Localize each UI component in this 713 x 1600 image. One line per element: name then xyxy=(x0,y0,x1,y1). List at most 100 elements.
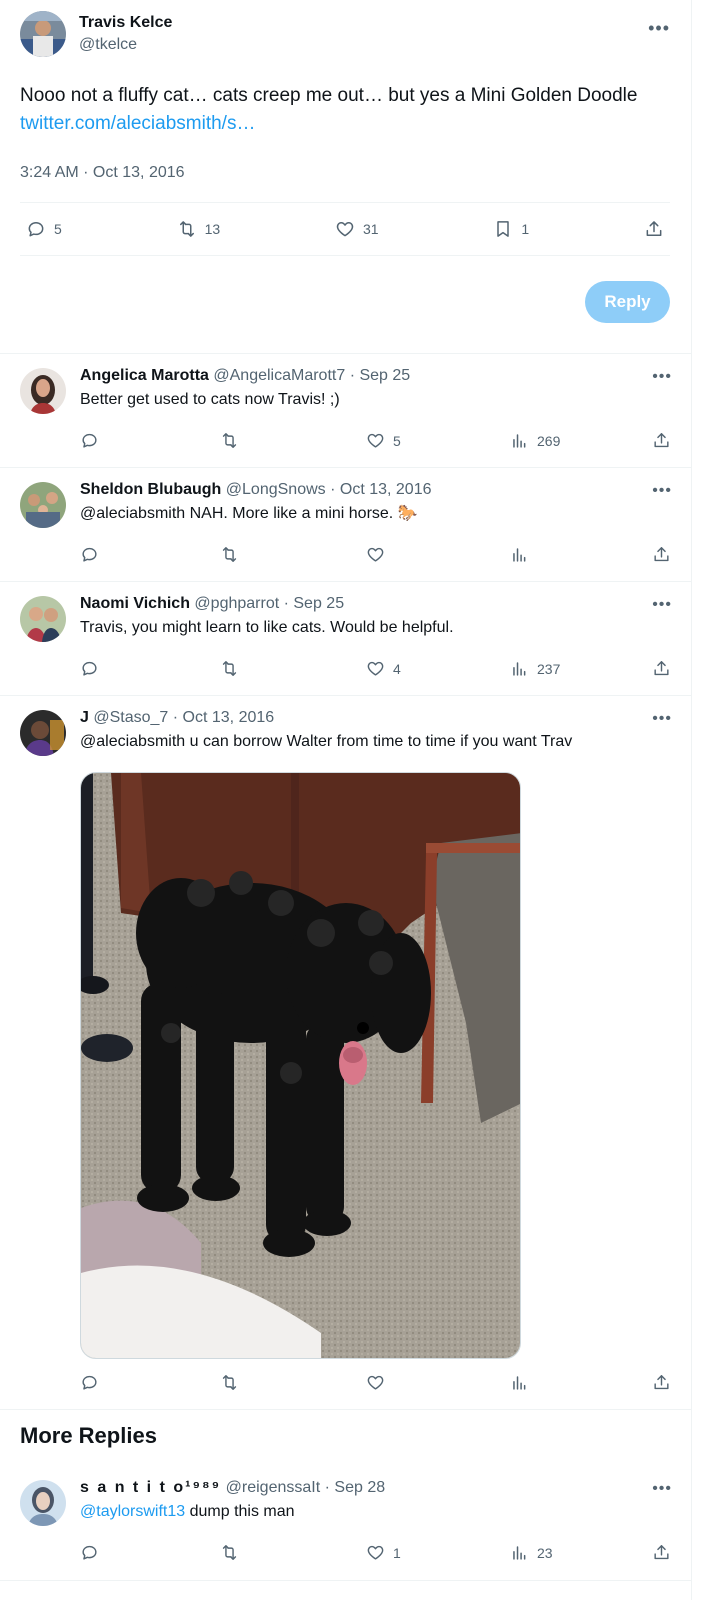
like-count: 31 xyxy=(363,221,379,237)
reply-author-handle[interactable]: @LongSnows xyxy=(226,481,326,498)
reply-composer: Reply xyxy=(20,256,670,350)
like-count: 4 xyxy=(393,660,401,677)
more-options-icon[interactable]: ••• xyxy=(652,482,672,500)
reply-text: @taylorswift13 dump this man xyxy=(80,1500,672,1524)
reply-actions: 4 237 xyxy=(80,659,678,683)
share-action[interactable] xyxy=(652,431,671,450)
views-action[interactable]: 237 xyxy=(510,659,560,678)
like-action[interactable] xyxy=(366,1373,385,1392)
retweet-icon xyxy=(222,661,237,676)
reply-author-name[interactable]: Sheldon Blubaugh xyxy=(80,481,221,498)
reply-icon xyxy=(82,1375,97,1390)
share-icon xyxy=(646,221,662,236)
views-count: 237 xyxy=(537,660,561,677)
like-action[interactable]: 4 xyxy=(366,659,401,678)
reply-action[interactable]: 5 xyxy=(26,219,62,239)
avatar[interactable] xyxy=(20,710,66,756)
reply-actions: 1 23 xyxy=(80,1543,678,1567)
bookmark-action[interactable]: 1 xyxy=(493,219,529,239)
reply-action[interactable] xyxy=(80,659,99,678)
views-action[interactable]: 269 xyxy=(510,431,560,450)
reply-action[interactable] xyxy=(80,431,99,450)
reply-author-handle[interactable]: @Staso_7 xyxy=(93,709,168,726)
tweet-timestamp[interactable]: 3:24 AM · Oct 13, 2016 xyxy=(20,164,670,184)
reply-tweet[interactable]: Angelica Marotta @AngelicaMarott7 · Sep … xyxy=(0,354,692,468)
tweet-photo[interactable] xyxy=(80,772,521,1359)
retweet-action[interactable] xyxy=(220,1543,239,1562)
share-action[interactable] xyxy=(652,659,671,678)
more-options-icon[interactable]: ••• xyxy=(652,1480,672,1498)
divider xyxy=(0,1409,692,1410)
more-options-icon[interactable]: ••• xyxy=(648,18,670,39)
main-tweet: Travis Kelce @tkelce ••• Nooo not a fluf… xyxy=(20,10,670,350)
more-options-icon[interactable]: ••• xyxy=(652,596,672,614)
tweet-link[interactable]: twitter.com/aleciabsmith/s… xyxy=(20,110,670,138)
views-icon xyxy=(513,1546,526,1560)
share-icon xyxy=(654,1545,669,1560)
reply-date[interactable]: · Oct 13, 2016 xyxy=(173,709,274,726)
reply-date[interactable]: · Sep 28 xyxy=(325,1479,385,1496)
avatar[interactable] xyxy=(20,11,66,57)
share-icon xyxy=(654,433,669,448)
mention-link[interactable]: @taylorswift13 xyxy=(80,1503,185,1520)
tweet-body: Nooo not a fluffy cat… cats creep me out… xyxy=(20,85,638,106)
views-icon xyxy=(513,1376,526,1390)
tweet-actions: 5 13 31 1 xyxy=(20,203,670,255)
retweet-action[interactable] xyxy=(220,1373,239,1392)
retweet-action[interactable] xyxy=(220,545,239,564)
more-replies-heading: More Replies xyxy=(20,1423,157,1448)
like-action[interactable]: 1 xyxy=(366,1543,401,1562)
more-options-icon[interactable]: ••• xyxy=(652,368,672,386)
retweet-action[interactable] xyxy=(220,431,239,450)
reply-text: Travis, you might learn to like cats. Wo… xyxy=(80,619,454,636)
reply-author-name[interactable]: Naomi Vichich xyxy=(80,595,190,612)
retweet-icon xyxy=(179,221,194,237)
views-count: 269 xyxy=(537,432,561,449)
reply-text-body: dump this man xyxy=(185,1503,295,1520)
reply-tweet[interactable]: s a n t i t o¹⁹⁸⁹ @reigenssaIt · Sep 28 … xyxy=(0,1466,692,1580)
avatar[interactable] xyxy=(20,596,66,642)
reply-author-handle[interactable]: @pghparrot xyxy=(194,595,279,612)
views-action[interactable] xyxy=(510,1373,529,1392)
reply-author-name[interactable]: s a n t i t o¹⁹⁸⁹ xyxy=(80,1479,221,1496)
reply-date[interactable]: · Oct 13, 2016 xyxy=(330,481,431,498)
share-action[interactable] xyxy=(652,1373,671,1392)
reply-author-handle[interactable]: @AngelicaMarott7 xyxy=(213,367,345,384)
reply-author-name[interactable]: Angelica Marotta xyxy=(80,367,209,384)
reply-tweet[interactable]: Sheldon Blubaugh @LongSnows · Oct 13, 20… xyxy=(0,468,692,582)
reply-date[interactable]: · Sep 25 xyxy=(350,367,410,384)
reply-action[interactable] xyxy=(80,545,99,564)
reply-action[interactable] xyxy=(80,1373,99,1392)
reply-count: 5 xyxy=(54,221,62,237)
views-icon xyxy=(513,662,526,676)
reply-author-handle[interactable]: @reigenssaIt xyxy=(226,1479,321,1496)
avatar[interactable] xyxy=(20,1480,66,1526)
main-tweet-header: Travis Kelce @tkelce xyxy=(20,10,670,58)
retweet-action[interactable] xyxy=(220,659,239,678)
views-action[interactable]: 23 xyxy=(510,1543,553,1562)
reply-button[interactable]: Reply xyxy=(585,281,670,323)
reply-tweet[interactable]: Naomi Vichich @pghparrot · Sep 25 Travis… xyxy=(0,582,692,696)
avatar[interactable] xyxy=(20,368,66,414)
heart-icon xyxy=(367,1545,384,1560)
like-action[interactable]: 31 xyxy=(335,219,379,239)
views-icon xyxy=(513,548,526,562)
avatar[interactable] xyxy=(20,482,66,528)
reply-action[interactable] xyxy=(80,1543,99,1562)
share-action[interactable] xyxy=(652,1543,671,1562)
reply-date[interactable]: · Sep 25 xyxy=(284,595,344,612)
bookmark-count: 1 xyxy=(521,221,530,237)
views-action[interactable] xyxy=(510,545,529,564)
retweet-icon xyxy=(222,433,237,448)
conversation-column: Travis Kelce @tkelce ••• Nooo not a fluf… xyxy=(0,0,692,1600)
share-action[interactable] xyxy=(652,545,671,564)
like-action[interactable] xyxy=(366,545,385,564)
like-action[interactable]: 5 xyxy=(366,431,401,450)
more-options-icon[interactable]: ••• xyxy=(652,710,672,728)
retweet-action[interactable]: 13 xyxy=(177,219,220,239)
share-action[interactable] xyxy=(644,219,664,239)
author-name[interactable]: Travis Kelce xyxy=(79,12,172,34)
reply-author-name[interactable]: J xyxy=(80,709,89,726)
author-handle[interactable]: @tkelce xyxy=(79,34,172,56)
heart-icon xyxy=(367,661,384,676)
